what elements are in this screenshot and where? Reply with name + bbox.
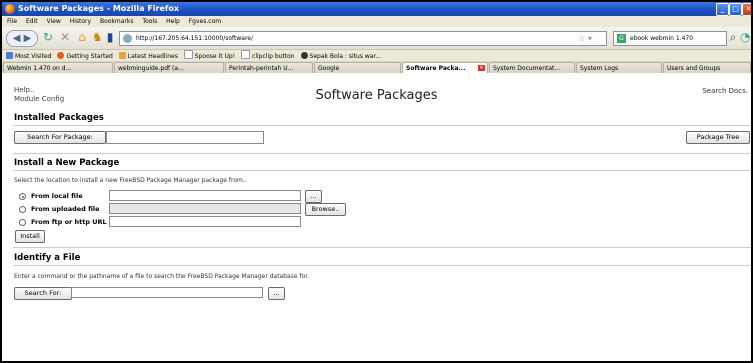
install-package-heading: Install a New Package xyxy=(14,158,120,168)
search-for-package-button[interactable]: Search For Package: xyxy=(14,131,106,144)
identify-description: Enter a command or the pathname of a fil… xyxy=(14,273,310,280)
firefox-bookmark-icon xyxy=(57,52,65,59)
ftp-url-radio[interactable] xyxy=(19,219,26,226)
search-for-button[interactable]: Search For: xyxy=(14,287,72,300)
install-description: Select the location to install a new Fre… xyxy=(14,177,247,184)
reload-icon[interactable]: ↻ xyxy=(42,30,54,45)
package-search-input[interactable] xyxy=(106,131,264,144)
divider xyxy=(13,125,751,126)
window-title: Software Packages - Mozilla Firefox xyxy=(18,4,180,13)
search-docs-link[interactable]: Search Docs. xyxy=(702,87,748,95)
page-icon xyxy=(241,50,251,59)
browse-button[interactable]: Browse.. xyxy=(305,203,346,216)
site-favicon-icon xyxy=(123,34,132,43)
info-icon[interactable]: ▮ xyxy=(106,30,114,45)
maximize-button[interactable]: □ xyxy=(729,3,742,16)
local-file-chooser-button[interactable]: ... xyxy=(305,190,322,203)
ball-icon xyxy=(300,52,308,59)
local-file-input[interactable] xyxy=(109,190,301,201)
identify-file-chooser-button[interactable]: ... xyxy=(268,287,285,300)
local-file-radio[interactable] xyxy=(19,193,26,200)
tab-google[interactable]: Google xyxy=(314,62,401,73)
tab-users-groups[interactable]: Users and Groups xyxy=(663,62,751,73)
stop-icon[interactable]: ✕ xyxy=(59,30,71,45)
menu-file[interactable]: File xyxy=(7,16,17,27)
divider xyxy=(13,153,751,154)
menu-bookmarks[interactable]: Bookmarks xyxy=(100,16,134,27)
rss-icon xyxy=(118,52,126,59)
back-forward-icon[interactable]: ◀ ▶ xyxy=(6,30,38,47)
local-file-label: From local file xyxy=(31,192,83,200)
tab-perintah[interactable]: Perintah-perintah U... xyxy=(225,62,313,73)
uploaded-file-label: From uploaded file xyxy=(31,205,100,213)
menu-fgves[interactable]: Fgves.com xyxy=(189,16,221,27)
ftp-url-input[interactable] xyxy=(109,216,301,227)
bookmark-clipclip[interactable]: clipclip button xyxy=(241,50,295,61)
identify-file-heading: Identify a File xyxy=(14,253,81,263)
uploaded-file-radio[interactable] xyxy=(19,206,26,213)
tab-system-logs[interactable]: System Logs xyxy=(576,62,662,73)
install-button[interactable]: Install xyxy=(15,230,45,243)
divider xyxy=(13,247,751,248)
toolbar-extension-icon[interactable]: ◔ xyxy=(740,30,750,45)
close-tab-icon[interactable]: ✕ xyxy=(478,65,485,71)
navigation-toolbar: ◀ ▶ ↻ ✕ ⌂ ♞ ▮ http://167.205.64.151:1000… xyxy=(2,27,751,50)
search-engine-value: ebook webmin 1.470 xyxy=(630,35,694,42)
divider xyxy=(13,265,751,266)
divider xyxy=(13,170,751,171)
tab-webmin[interactable]: Webmin 1.470 on d... xyxy=(3,62,113,73)
bookmark-sepak-bola[interactable]: Sepak Bola : situs war... xyxy=(300,51,381,61)
page-title: Software Packages xyxy=(315,88,438,103)
identify-file-input[interactable] xyxy=(71,287,263,298)
installed-packages-heading: Installed Packages xyxy=(14,113,104,123)
search-icon[interactable]: ⌕ xyxy=(728,30,738,45)
page-content: Help.. Module Config Software Packages S… xyxy=(2,73,751,361)
browser-window: Software Packages - Mozilla Firefox _ □ … xyxy=(2,2,751,361)
google-icon[interactable]: G xyxy=(617,34,626,43)
uploaded-file-input[interactable] xyxy=(109,203,301,214)
bookmark-most-visited[interactable]: Most Visited xyxy=(6,51,52,61)
tab-webminguide[interactable]: webminguide.pdf (a... xyxy=(114,62,224,73)
bookmark-folder-icon xyxy=(6,52,13,59)
bookmark-latest-headlines[interactable]: Latest Headlines xyxy=(118,51,178,61)
addon-icon[interactable]: ♞ xyxy=(92,30,103,45)
url-bar[interactable]: http://167.205.64.151:10000/software/ ☆ … xyxy=(119,31,607,46)
tab-software-packages[interactable]: Software Packa... ✕ xyxy=(402,62,488,73)
firefox-icon xyxy=(5,4,15,14)
search-engine-box[interactable]: G ebook webmin 1.470 xyxy=(613,31,727,46)
page-icon xyxy=(183,50,193,59)
bookmarks-toolbar: Most Visited Getting Started Latest Head… xyxy=(2,50,751,61)
minimize-button[interactable]: _ xyxy=(716,3,729,16)
menu-edit[interactable]: Edit xyxy=(26,16,38,27)
bookmark-star-icon[interactable]: ☆ ▾ xyxy=(578,32,592,45)
home-icon[interactable]: ⌂ xyxy=(76,30,88,45)
package-tree-button[interactable]: Package Tree xyxy=(686,131,750,144)
tab-bar: Webmin 1.470 on d... webminguide.pdf (a.… xyxy=(2,61,751,73)
menu-tools[interactable]: Tools xyxy=(142,16,157,27)
ftp-url-label: From ftp or http URL xyxy=(31,218,107,226)
menu-help[interactable]: Help xyxy=(166,16,180,27)
menu-history[interactable]: History xyxy=(70,16,91,27)
close-window-button[interactable]: ✕ xyxy=(742,3,751,16)
tab-system-documentation[interactable]: System Documentat... xyxy=(489,62,575,73)
menu-view[interactable]: View xyxy=(47,16,61,27)
title-bar: Software Packages - Mozilla Firefox _ □ … xyxy=(2,2,751,16)
bookmark-getting-started[interactable]: Getting Started xyxy=(57,51,113,61)
url-text: http://167.205.64.151:10000/software/ xyxy=(136,35,254,42)
menu-bar: File Edit View History Bookmarks Tools H… xyxy=(2,16,751,27)
bookmark-spoose[interactable]: Spoose It Up! xyxy=(183,50,235,61)
